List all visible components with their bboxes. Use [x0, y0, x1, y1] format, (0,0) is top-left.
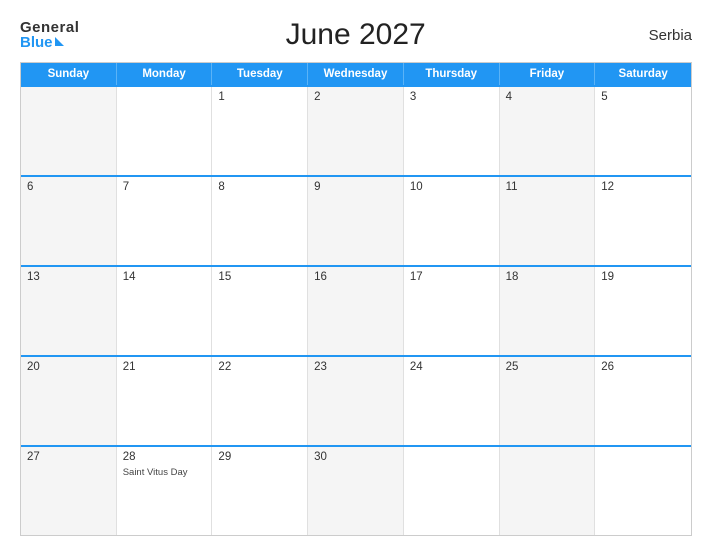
calendar: SundayMondayTuesdayWednesdayThursdayFrid…	[20, 62, 692, 536]
calendar-header-row: SundayMondayTuesdayWednesdayThursdayFrid…	[21, 63, 691, 85]
day-number: 1	[218, 91, 301, 103]
day-number: 10	[410, 181, 493, 193]
calendar-cell	[595, 447, 691, 535]
logo: General Blue	[20, 20, 79, 50]
calendar-cell: 26	[595, 357, 691, 445]
calendar-cell: 17	[404, 267, 500, 355]
calendar-cell	[21, 87, 117, 175]
day-number: 3	[410, 91, 493, 103]
logo-blue-text: Blue	[20, 35, 79, 50]
calendar-cell: 16	[308, 267, 404, 355]
calendar-cell: 3	[404, 87, 500, 175]
day-number: 22	[218, 361, 301, 373]
calendar-cell: 19	[595, 267, 691, 355]
day-number: 21	[123, 361, 206, 373]
day-number: 29	[218, 451, 301, 463]
calendar-cell: 9	[308, 177, 404, 265]
weekday-header-tuesday: Tuesday	[212, 63, 308, 85]
day-number: 30	[314, 451, 397, 463]
day-number: 16	[314, 271, 397, 283]
day-number: 23	[314, 361, 397, 373]
calendar-cell: 11	[500, 177, 596, 265]
calendar-cell: 1	[212, 87, 308, 175]
calendar-cell: 29	[212, 447, 308, 535]
day-number: 12	[601, 181, 685, 193]
calendar-cell: 15	[212, 267, 308, 355]
calendar-week-3: 13 14 15 16 17 18 19	[21, 265, 691, 355]
day-number: 27	[27, 451, 110, 463]
day-number: 28	[123, 451, 206, 463]
day-number: 14	[123, 271, 206, 283]
calendar-cell	[500, 447, 596, 535]
calendar-cell: 30	[308, 447, 404, 535]
day-number: 4	[506, 91, 589, 103]
calendar-week-4: 20 21 22 23 24 25 26	[21, 355, 691, 445]
calendar-cell: 25	[500, 357, 596, 445]
day-number: 7	[123, 181, 206, 193]
holiday-label: Saint Vitus Day	[123, 467, 206, 479]
logo-general-text: General	[20, 20, 79, 35]
weekday-header-wednesday: Wednesday	[308, 63, 404, 85]
calendar-cell: 12	[595, 177, 691, 265]
day-number: 24	[410, 361, 493, 373]
day-number: 20	[27, 361, 110, 373]
day-number: 5	[601, 91, 685, 103]
day-number: 25	[506, 361, 589, 373]
country-label: Serbia	[632, 27, 692, 44]
weekday-header-thursday: Thursday	[404, 63, 500, 85]
calendar-cell: 23	[308, 357, 404, 445]
weekday-header-monday: Monday	[117, 63, 213, 85]
calendar-cell: 28 Saint Vitus Day	[117, 447, 213, 535]
day-number: 15	[218, 271, 301, 283]
header: General Blue June 2027 Serbia	[20, 18, 692, 52]
calendar-week-2: 6 78 9 10 11 12	[21, 175, 691, 265]
calendar-cell	[404, 447, 500, 535]
calendar-week-1: 1 2 3 45	[21, 85, 691, 175]
calendar-cell: 8	[212, 177, 308, 265]
logo-triangle-icon	[55, 37, 64, 46]
calendar-cell: 13	[21, 267, 117, 355]
day-number: 19	[601, 271, 685, 283]
calendar-cell: 4	[500, 87, 596, 175]
calendar-cell: 7	[117, 177, 213, 265]
day-number: 18	[506, 271, 589, 283]
weekday-header-sunday: Sunday	[21, 63, 117, 85]
calendar-cell: 24	[404, 357, 500, 445]
calendar-cell: 6	[21, 177, 117, 265]
calendar-cell	[117, 87, 213, 175]
day-number: 2	[314, 91, 397, 103]
weekday-header-saturday: Saturday	[595, 63, 691, 85]
day-number: 6	[27, 181, 110, 193]
calendar-cell: 21	[117, 357, 213, 445]
calendar-cell: 22	[212, 357, 308, 445]
calendar-cell: 10	[404, 177, 500, 265]
calendar-cell: 2	[308, 87, 404, 175]
calendar-title: June 2027	[79, 18, 632, 52]
weekday-header-friday: Friday	[500, 63, 596, 85]
day-number: 13	[27, 271, 110, 283]
day-number: 17	[410, 271, 493, 283]
page: General Blue June 2027 Serbia SundayMond…	[0, 0, 712, 550]
calendar-cell: 27	[21, 447, 117, 535]
calendar-week-5: 27 28 Saint Vitus Day 29 30	[21, 445, 691, 535]
calendar-cell: 14	[117, 267, 213, 355]
calendar-cell: 20	[21, 357, 117, 445]
calendar-cell: 18	[500, 267, 596, 355]
day-number: 26	[601, 361, 685, 373]
day-number: 11	[506, 181, 589, 193]
day-number: 8	[218, 181, 301, 193]
calendar-body: 1234567891011121314151617181920212223242…	[21, 85, 691, 535]
calendar-cell: 5	[595, 87, 691, 175]
day-number: 9	[314, 181, 397, 193]
